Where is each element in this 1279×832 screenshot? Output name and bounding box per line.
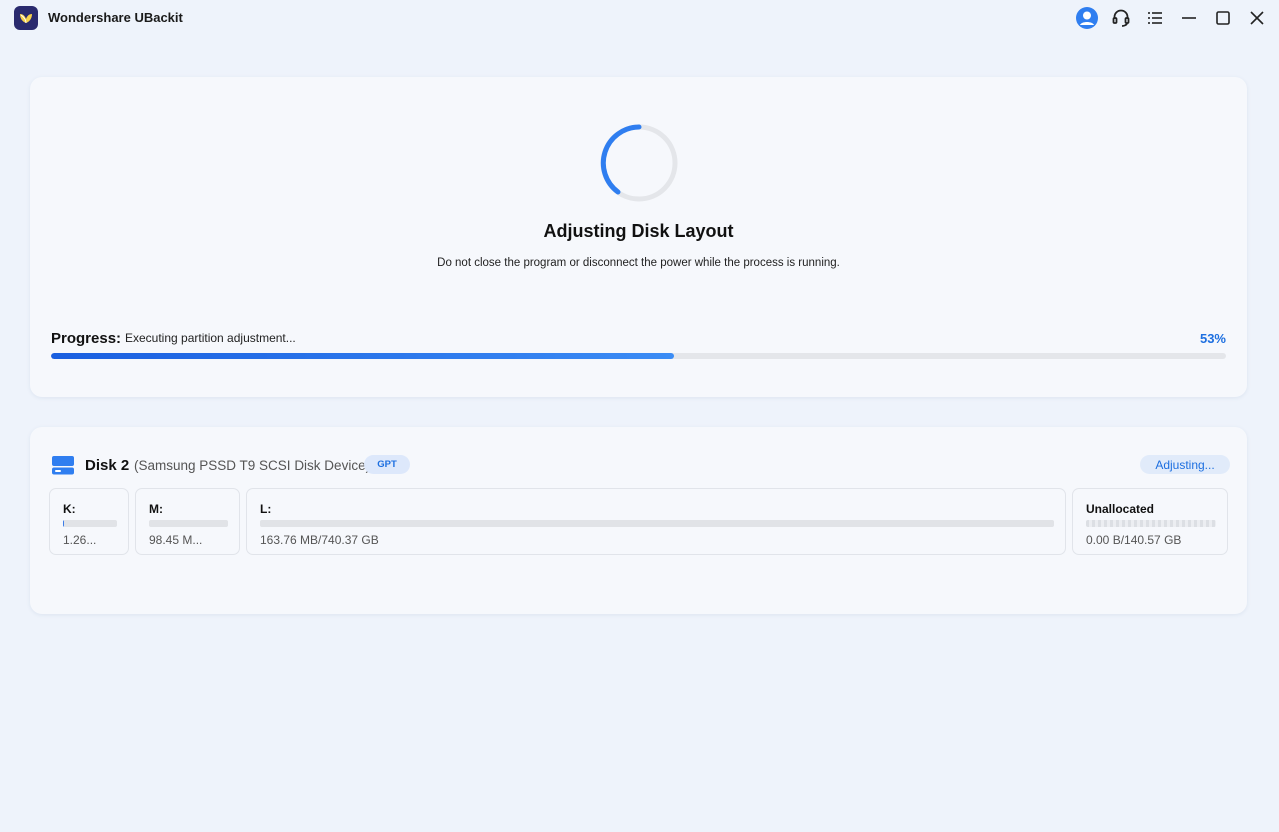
partition-size: 1.26...	[63, 533, 97, 547]
progress-percent: 53%	[1199, 331, 1226, 346]
progress-bar	[51, 353, 1226, 359]
progress-status-text: Executing partition adjustment...	[125, 331, 296, 345]
progress-bar-fill	[51, 353, 674, 359]
page-title: Adjusting Disk Layout	[543, 221, 734, 241]
partition-usage-fill	[63, 520, 65, 527]
partition-usage-bar	[149, 520, 228, 527]
partition-l[interactable]: L: 163.76 MB/740.37 GB	[246, 488, 1066, 555]
partition-label: Unallocated	[1086, 502, 1155, 516]
partition-usage-bar	[63, 520, 117, 527]
progress-card: Adjusting Disk Layout Do not close the p…	[30, 77, 1247, 397]
maximize-icon[interactable]	[1210, 5, 1236, 31]
partition-size: 163.76 MB/740.37 GB	[260, 533, 379, 547]
menu-icon[interactable]	[1142, 5, 1168, 31]
partition-usage-bar	[260, 520, 1054, 527]
disk-name: Disk 2	[85, 457, 130, 474]
support-headset-icon[interactable]	[1108, 5, 1134, 31]
loading-spinner-icon	[598, 122, 680, 204]
account-icon[interactable]	[1074, 5, 1100, 31]
close-icon[interactable]	[1244, 5, 1270, 31]
partition-label: K:	[63, 502, 76, 516]
partition-usage-bar	[1086, 520, 1216, 527]
partition-size: 98.45 M...	[149, 533, 203, 547]
partition-label: M:	[149, 502, 163, 516]
partition-unallocated[interactable]: Unallocated 0.00 B/140.57 GB	[1072, 488, 1228, 555]
partition-k[interactable]: K: 1.26...	[49, 488, 129, 555]
disk-status-badge: Adjusting...	[1140, 455, 1230, 474]
title-bar: Wondershare UBackit	[0, 0, 1279, 36]
minimize-icon[interactable]	[1176, 5, 1202, 31]
partition-size: 0.00 B/140.57 GB	[1086, 533, 1182, 547]
partition-style-badge: GPT	[364, 455, 410, 474]
partition-label: L:	[260, 502, 272, 516]
disk-drive-icon	[51, 453, 75, 477]
partition-m[interactable]: M: 98.45 M...	[135, 488, 240, 555]
disk-card: Disk 2 (Samsung PSSD T9 SCSI Disk Device…	[30, 427, 1247, 614]
warning-text: Do not close the program or disconnect t…	[437, 257, 840, 269]
app-title: Wondershare UBackit	[48, 10, 183, 25]
app-logo-icon	[14, 6, 38, 30]
disk-model: (Samsung PSSD T9 SCSI Disk Device)	[134, 458, 371, 473]
progress-label: Progress:	[51, 330, 122, 347]
